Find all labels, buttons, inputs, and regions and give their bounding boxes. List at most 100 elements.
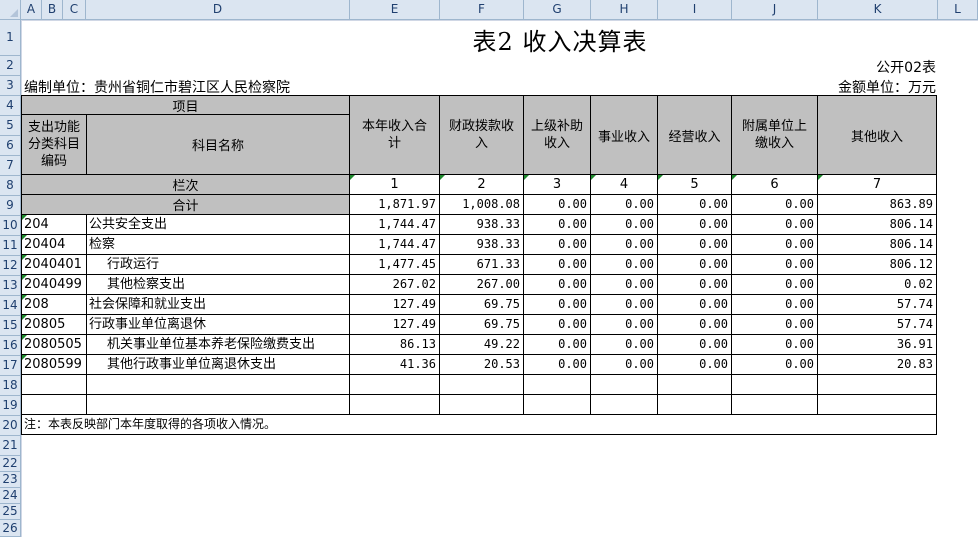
row-code[interactable]: 2080505 — [21, 334, 87, 355]
row-header-15[interactable]: 15 — [0, 316, 21, 336]
empty-cell[interactable] — [590, 374, 658, 395]
sum-value[interactable]: 863.89 — [817, 194, 937, 215]
column-header-h[interactable]: H — [591, 0, 658, 20]
row-value[interactable]: 0.00 — [731, 214, 818, 235]
row-header-23[interactable]: 23 — [0, 472, 21, 488]
row-value[interactable]: 41.36 — [349, 354, 440, 375]
empty-cell[interactable] — [523, 394, 591, 415]
row-value[interactable]: 0.00 — [590, 314, 658, 335]
empty-cell[interactable] — [523, 374, 591, 395]
row-value[interactable]: 0.00 — [657, 274, 732, 295]
row-value[interactable]: 0.00 — [523, 254, 591, 275]
row-value[interactable]: 0.00 — [657, 354, 732, 375]
row-value[interactable]: 0.00 — [731, 274, 818, 295]
empty-cell[interactable] — [86, 394, 350, 415]
row-header-7[interactable]: 7 — [0, 156, 21, 176]
select-all-corner[interactable] — [0, 0, 21, 20]
row-header-5[interactable]: 5 — [0, 116, 21, 136]
row-code[interactable]: 2040499 — [21, 274, 87, 295]
column-header-e[interactable]: E — [350, 0, 440, 20]
row-header-14[interactable]: 14 — [0, 296, 21, 316]
row-value[interactable]: 806.14 — [817, 234, 937, 255]
sum-value[interactable]: 0.00 — [731, 194, 818, 215]
row-subject-name[interactable]: 检察 — [86, 234, 350, 255]
column-header-g[interactable]: G — [524, 0, 591, 20]
row-header-11[interactable]: 11 — [0, 236, 21, 256]
empty-cell[interactable] — [439, 394, 524, 415]
row-header-16[interactable]: 16 — [0, 336, 21, 356]
row-value[interactable]: 0.00 — [590, 274, 658, 295]
empty-cell[interactable] — [731, 374, 818, 395]
empty-cell[interactable] — [590, 394, 658, 415]
row-value[interactable]: 0.00 — [523, 314, 591, 335]
row-header-12[interactable]: 12 — [0, 256, 21, 276]
row-header-17[interactable]: 17 — [0, 356, 21, 376]
empty-cell[interactable] — [817, 394, 937, 415]
row-value[interactable]: 0.00 — [590, 214, 658, 235]
row-code[interactable]: 204 — [21, 214, 87, 235]
row-value[interactable]: 57.74 — [817, 294, 937, 315]
row-value[interactable]: 20.83 — [817, 354, 937, 375]
row-header-25[interactable]: 25 — [0, 504, 21, 520]
row-subject-name[interactable]: 其他行政事业单位离退休支出 — [86, 354, 350, 375]
row-header-19[interactable]: 19 — [0, 396, 21, 416]
row-value[interactable]: 0.00 — [657, 294, 732, 315]
row-code[interactable]: 2080599 — [21, 354, 87, 375]
row-value[interactable]: 0.00 — [657, 314, 732, 335]
row-code[interactable]: 20404 — [21, 234, 87, 255]
row-value[interactable]: 0.00 — [657, 334, 732, 355]
row-value[interactable]: 267.00 — [439, 274, 524, 295]
sum-value[interactable]: 0.00 — [590, 194, 658, 215]
row-code[interactable]: 20805 — [21, 314, 87, 335]
row-value[interactable]: 0.00 — [590, 334, 658, 355]
row-value[interactable]: 0.00 — [590, 294, 658, 315]
row-subject-name[interactable]: 行政事业单位离退休 — [86, 314, 350, 335]
column-header-i[interactable]: I — [658, 0, 732, 20]
row-value[interactable]: 69.75 — [439, 314, 524, 335]
row-code[interactable]: 208 — [21, 294, 87, 315]
empty-cell[interactable] — [439, 374, 524, 395]
row-code[interactable]: 2040401 — [21, 254, 87, 275]
row-value[interactable]: 49.22 — [439, 334, 524, 355]
row-value[interactable]: 0.00 — [523, 354, 591, 375]
row-header-26[interactable]: 26 — [0, 520, 21, 537]
sum-value[interactable]: 1,871.97 — [349, 194, 440, 215]
empty-cell[interactable] — [349, 394, 440, 415]
row-header-22[interactable]: 22 — [0, 456, 21, 472]
row-value[interactable]: 0.00 — [523, 234, 591, 255]
row-value[interactable]: 0.00 — [731, 234, 818, 255]
empty-cell[interactable] — [349, 374, 440, 395]
row-value[interactable]: 0.00 — [731, 294, 818, 315]
row-value[interactable]: 938.33 — [439, 214, 524, 235]
row-value[interactable]: 86.13 — [349, 334, 440, 355]
row-value[interactable]: 0.00 — [590, 254, 658, 275]
row-value[interactable]: 0.02 — [817, 274, 937, 295]
column-header-d[interactable]: D — [86, 0, 350, 20]
row-value[interactable]: 1,477.45 — [349, 254, 440, 275]
row-value[interactable]: 671.33 — [439, 254, 524, 275]
row-value[interactable]: 69.75 — [439, 294, 524, 315]
row-value[interactable]: 36.91 — [817, 334, 937, 355]
row-header-8[interactable]: 8 — [0, 176, 21, 196]
row-header-2[interactable]: 2 — [0, 56, 21, 76]
row-subject-name[interactable]: 公共安全支出 — [86, 214, 350, 235]
row-subject-name[interactable]: 社会保障和就业支出 — [86, 294, 350, 315]
empty-cell[interactable] — [86, 374, 350, 395]
row-header-9[interactable]: 9 — [0, 196, 21, 216]
row-header-18[interactable]: 18 — [0, 376, 21, 396]
row-header-4[interactable]: 4 — [0, 96, 21, 116]
row-value[interactable]: 0.00 — [731, 314, 818, 335]
row-subject-name[interactable]: 机关事业单位基本养老保险缴费支出 — [86, 334, 350, 355]
row-value[interactable]: 806.14 — [817, 214, 937, 235]
row-subject-name[interactable]: 行政运行 — [86, 254, 350, 275]
row-value[interactable]: 938.33 — [439, 234, 524, 255]
row-value[interactable]: 0.00 — [523, 214, 591, 235]
column-header-l[interactable]: L — [938, 0, 978, 20]
row-value[interactable]: 0.00 — [657, 234, 732, 255]
column-header-c[interactable]: C — [63, 0, 86, 20]
row-value[interactable]: 127.49 — [349, 294, 440, 315]
sum-value[interactable]: 0.00 — [523, 194, 591, 215]
row-header-1[interactable]: 1 — [0, 20, 21, 56]
row-value[interactable]: 267.02 — [349, 274, 440, 295]
empty-cell[interactable] — [657, 394, 732, 415]
